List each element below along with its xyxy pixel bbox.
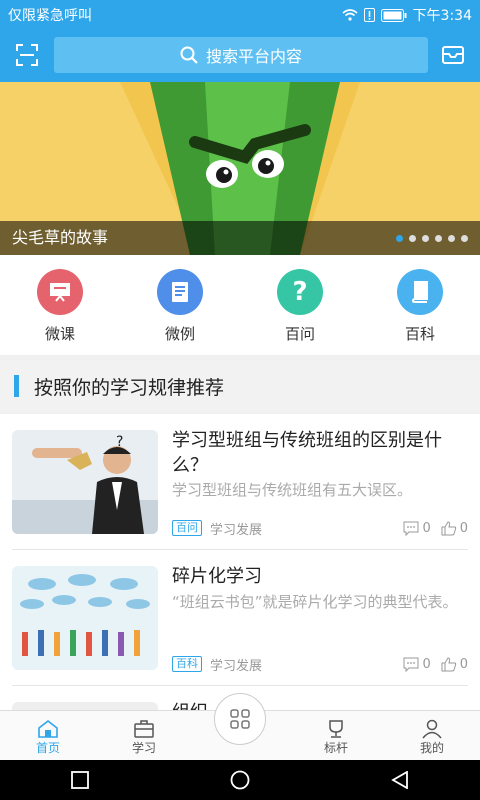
tab-label: 标杆 bbox=[323, 741, 348, 755]
list-item[interactable]: 碎片化学习 “班组云书包”就是碎片化学习的典型代表。 百科 学习发展 0 0 bbox=[12, 550, 468, 686]
recent-apps-icon[interactable] bbox=[70, 771, 89, 789]
list-item[interactable]: ? 学习型班组与传统班组的区别是什么？ 学习型班组与传统班组有五大误区。 百问 … bbox=[12, 414, 468, 550]
carousel-dot[interactable] bbox=[396, 235, 403, 242]
article-thumbnail: ? bbox=[12, 430, 158, 534]
trophy-icon bbox=[329, 720, 343, 738]
like-count-value: 0 bbox=[459, 656, 468, 672]
quick-nav-baiwen[interactable]: ? 百问 bbox=[240, 255, 360, 355]
svg-text:?: ? bbox=[116, 434, 123, 450]
tab-label: 首页 bbox=[35, 741, 60, 755]
briefcase-icon bbox=[134, 720, 154, 738]
video-lesson-icon bbox=[37, 269, 83, 315]
carousel-dots bbox=[396, 235, 468, 242]
thumbs-up-icon bbox=[441, 656, 456, 671]
comment-icon bbox=[403, 521, 419, 536]
tab-center-slot bbox=[192, 693, 288, 760]
quick-nav-baike[interactable]: 百科 bbox=[360, 255, 480, 355]
article-title: 碎片化学习 bbox=[172, 566, 262, 587]
quick-nav: 微课 微例 ? 百问 百科 bbox=[0, 255, 480, 355]
article-thumbnail bbox=[12, 566, 158, 670]
quick-nav-label: 百问 bbox=[284, 325, 315, 343]
center-menu-button[interactable] bbox=[214, 693, 266, 745]
bottom-tab-bar: 首页 学习 标杆 我的 bbox=[0, 693, 480, 760]
carousel-dot[interactable] bbox=[448, 235, 455, 242]
scan-button[interactable] bbox=[10, 38, 44, 72]
battery-icon bbox=[380, 8, 407, 22]
like-count[interactable]: 0 bbox=[441, 521, 468, 536]
comment-count-value: 0 bbox=[422, 520, 431, 536]
category-text: 学习发展 bbox=[210, 658, 263, 674]
user-icon bbox=[422, 719, 442, 739]
carousel-dot[interactable] bbox=[461, 235, 468, 242]
search-icon bbox=[180, 46, 198, 64]
like-count-value: 0 bbox=[459, 520, 468, 536]
quick-nav-weike[interactable]: 微课 bbox=[0, 255, 120, 355]
tab-label: 学习 bbox=[131, 741, 156, 755]
article-thumbnail bbox=[12, 702, 158, 710]
like-count[interactable]: 0 bbox=[441, 657, 468, 672]
carousel-dot[interactable] bbox=[409, 235, 416, 242]
article-title: 学习型班组与传统班组的区别是什么？ bbox=[172, 430, 442, 476]
carrier-text: 仅限紧急呼叫 bbox=[8, 8, 92, 24]
home-icon bbox=[38, 719, 58, 738]
article-summary: 学习型班组与传统班组有五大误区。 bbox=[172, 481, 413, 499]
clock: 下午3:34 bbox=[412, 8, 472, 24]
article-list: ? 学习型班组与传统班组的区别是什么？ 学习型班组与传统班组有五大误区。 百问 … bbox=[0, 414, 480, 710]
banner-carousel[interactable]: 尖毛草的故事 bbox=[0, 82, 480, 255]
carousel-dot[interactable] bbox=[422, 235, 429, 242]
tab-home[interactable]: 首页 bbox=[0, 711, 96, 760]
scan-icon bbox=[16, 44, 38, 66]
sim-alert-icon bbox=[363, 8, 375, 22]
system-nav-bar bbox=[0, 760, 480, 800]
article-meta: 百科 学习发展 0 0 bbox=[172, 654, 468, 674]
quick-nav-label: 微例 bbox=[164, 325, 195, 343]
comment-count[interactable]: 0 bbox=[403, 520, 431, 536]
top-bar: 搜索平台内容 bbox=[0, 28, 480, 82]
article-summary: “班组云书包”就是碎片化学习的典型代表。 bbox=[172, 593, 458, 611]
mail-icon bbox=[442, 46, 464, 64]
grid-menu-icon bbox=[230, 709, 250, 729]
article-meta: 百问 学习发展 0 0 bbox=[172, 518, 468, 538]
quick-nav-label: 微课 bbox=[44, 325, 75, 343]
tab-benchmark[interactable]: 标杆 bbox=[288, 711, 384, 760]
carousel-dot[interactable] bbox=[435, 235, 442, 242]
quick-nav-weili[interactable]: 微例 bbox=[120, 255, 240, 355]
tab-mine[interactable]: 我的 bbox=[384, 711, 480, 760]
comment-count-value: 0 bbox=[422, 656, 431, 672]
comment-icon bbox=[403, 657, 419, 672]
section-title: 按照你的学习规律推荐 bbox=[34, 377, 225, 399]
wifi-icon bbox=[342, 9, 358, 21]
section-header: 按照你的学习规律推荐 bbox=[0, 360, 480, 412]
type-badge: 百问 bbox=[172, 520, 202, 536]
search-placeholder: 搜索平台内容 bbox=[205, 47, 302, 66]
tab-label: 我的 bbox=[419, 741, 444, 755]
home-circle-icon[interactable] bbox=[230, 770, 250, 790]
back-icon[interactable] bbox=[391, 771, 409, 789]
comment-count[interactable]: 0 bbox=[403, 656, 431, 672]
mail-button[interactable] bbox=[436, 38, 470, 72]
case-book-icon bbox=[157, 269, 203, 315]
question-icon: ? bbox=[277, 269, 323, 315]
search-input[interactable]: 搜索平台内容 bbox=[54, 37, 428, 73]
thumbs-up-icon bbox=[441, 520, 456, 535]
tab-study[interactable]: 学习 bbox=[96, 711, 192, 760]
status-bar: 仅限紧急呼叫 下午3:34 bbox=[0, 0, 480, 28]
type-badge: 百科 bbox=[172, 656, 202, 672]
quick-nav-label: 百科 bbox=[404, 325, 435, 343]
section-accent-bar bbox=[14, 375, 19, 397]
encyclopedia-icon bbox=[397, 269, 443, 315]
category-text: 学习发展 bbox=[210, 522, 263, 538]
